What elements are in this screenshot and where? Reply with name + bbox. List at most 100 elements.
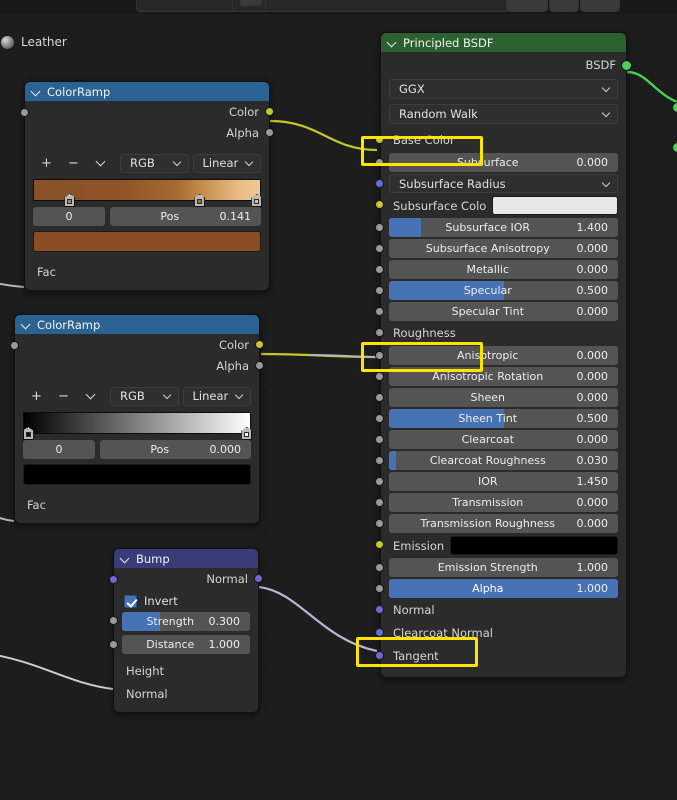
base-color-row[interactable]: Base Color (375, 129, 626, 152)
color-socket[interactable] (255, 340, 264, 349)
strength-slider[interactable]: Strength 0.300 (122, 612, 250, 631)
subsurface-method-select[interactable]: Random Walk (389, 104, 618, 124)
gray-socket[interactable] (375, 328, 384, 337)
metallic-row[interactable]: Metallic 0.000 (375, 259, 626, 280)
gray-socket[interactable] (109, 616, 118, 625)
gray-socket[interactable] (375, 286, 384, 295)
gray-socket[interactable] (375, 519, 384, 528)
vector-socket[interactable] (109, 575, 118, 584)
node-colorramp-bottom[interactable]: ColorRamp Color Alpha + − RGB Linear 0 P… (10, 314, 264, 524)
subsurface-row[interactable]: Subsurface 0.000 (375, 152, 626, 173)
color-socket[interactable] (375, 135, 384, 144)
chevron-down-icon[interactable] (121, 554, 130, 563)
value-slider[interactable]: IOR 1.450 (389, 472, 618, 491)
tangent-row[interactable]: Tangent (375, 645, 626, 668)
gray-socket[interactable] (375, 456, 384, 465)
sheen-tint-row[interactable]: Sheen Tint 0.500 (375, 408, 626, 429)
value-slider[interactable]: Transmission Roughness 0.000 (389, 514, 618, 533)
gray-socket[interactable] (375, 435, 384, 444)
color-mode-select[interactable]: RGB (120, 153, 189, 173)
vector-socket[interactable] (375, 179, 384, 188)
stop-index-field[interactable]: 0 (23, 440, 95, 459)
gray-socket[interactable] (375, 393, 384, 402)
colorramp-gradient-widget[interactable] (33, 179, 263, 207)
value-slider[interactable]: Sheen Tint 0.500 (389, 409, 618, 428)
node-header-colorramp-bottom[interactable]: ColorRamp (15, 315, 259, 334)
chevron-down-icon[interactable] (388, 38, 397, 47)
value-slider[interactable]: Subsurface IOR 1.400 (389, 218, 618, 237)
distribution-select[interactable]: GGX (389, 79, 618, 99)
color-swatch[interactable] (492, 196, 618, 215)
toolbar-chunk-5[interactable] (506, 0, 548, 12)
value-slider[interactable]: Subsurface 0.000 (389, 153, 618, 172)
stop-color-swatch[interactable] (23, 464, 251, 485)
clearcoat-roughness-row[interactable]: Clearcoat Roughness 0.030 (375, 450, 626, 471)
subsurface-anisotropy-row[interactable]: Subsurface Anisotropy 0.000 (375, 238, 626, 259)
transmission-row[interactable]: Transmission 0.000 (375, 492, 626, 513)
toolbar-chunk-4[interactable] (265, 0, 510, 12)
value-slider[interactable]: Clearcoat 0.000 (389, 430, 618, 449)
stop-position-field[interactable]: Pos 0.141 (110, 207, 261, 226)
gray-socket[interactable] (375, 563, 384, 572)
value-slider[interactable]: Clearcoat Roughness 0.030 (389, 451, 618, 470)
chevron-down-icon[interactable] (22, 320, 31, 329)
vector-socket[interactable] (254, 574, 263, 583)
toolbar-chunk-1[interactable] (136, 0, 241, 12)
specular-tint-row[interactable]: Specular Tint 0.000 (375, 301, 626, 322)
specular-row[interactable]: Specular 0.500 (375, 280, 626, 301)
remove-stop-button[interactable]: − (50, 387, 77, 406)
gray-socket[interactable] (375, 351, 384, 360)
normal-row[interactable]: Normal (375, 599, 626, 622)
value-slider[interactable]: Transmission 0.000 (389, 493, 618, 512)
subsurface-radius-row[interactable]: Subsurface Radius (375, 173, 626, 194)
anisotropic-row[interactable]: Anisotropic 0.000 (375, 345, 626, 366)
color-socket[interactable] (375, 200, 384, 209)
value-slider[interactable]: Sheen 0.000 (389, 388, 618, 407)
node-editor-canvas[interactable]: Leather ColorRamp Color Alpha + − RGB Li… (0, 14, 677, 800)
node-header-bump[interactable]: Bump (114, 549, 258, 568)
green-socket[interactable] (621, 60, 632, 71)
gray-socket[interactable] (375, 372, 384, 381)
colorramp-gradient-widget[interactable] (22, 412, 253, 440)
node-colorramp-top[interactable]: ColorRamp Color Alpha + − RGB Linear 0 P… (20, 81, 274, 291)
distance-slider[interactable]: Distance 1.000 (122, 635, 250, 654)
stop-index-field[interactable]: 0 (33, 207, 105, 226)
stop-position-field[interactable]: Pos 0.000 (100, 440, 251, 459)
add-stop-button[interactable]: + (33, 154, 60, 173)
gray-socket[interactable] (375, 498, 384, 507)
gradient-bar[interactable] (23, 412, 251, 434)
alpha-row[interactable]: Alpha 1.000 (375, 578, 626, 599)
gray-socket[interactable] (375, 307, 384, 316)
subsurface-colo-row[interactable]: Subsurface Colo (375, 194, 626, 217)
gray-socket[interactable] (375, 477, 384, 486)
chevron-down-icon[interactable] (77, 387, 104, 406)
gray-socket[interactable] (20, 108, 29, 117)
value-slider[interactable]: Alpha 1.000 (389, 579, 618, 598)
toolbar-chunk-3[interactable] (240, 0, 262, 6)
gray-socket[interactable] (375, 414, 384, 423)
chevron-down-icon[interactable] (87, 154, 114, 173)
interpolation-select[interactable]: Linear (182, 386, 251, 406)
sheen-row[interactable]: Sheen 0.000 (375, 387, 626, 408)
subsurface-radius-select[interactable]: Subsurface Radius (389, 174, 618, 193)
color-socket[interactable] (265, 107, 274, 116)
color-swatch[interactable] (450, 536, 618, 555)
anisotropic-rotation-row[interactable]: Anisotropic Rotation 0.000 (375, 366, 626, 387)
vector-socket[interactable] (375, 628, 384, 637)
emission-strength-row[interactable]: Emission Strength 1.000 (375, 557, 626, 578)
ior-row[interactable]: IOR 1.450 (375, 471, 626, 492)
gray-socket[interactable] (375, 584, 384, 593)
interpolation-select[interactable]: Linear (192, 153, 261, 173)
gray-socket[interactable] (375, 158, 384, 167)
value-slider[interactable]: Anisotropic 0.000 (389, 346, 618, 365)
stop-color-swatch[interactable] (33, 231, 261, 252)
gray-socket[interactable] (375, 244, 384, 253)
gray-socket[interactable] (10, 341, 19, 350)
node-principled-bsdf[interactable]: Principled BSDF BSDF GGX Random Walk Bas… (375, 32, 632, 678)
clearcoat-row[interactable]: Clearcoat 0.000 (375, 429, 626, 450)
value-slider[interactable]: Anisotropic Rotation 0.000 (389, 367, 618, 386)
remove-stop-button[interactable]: − (60, 154, 87, 173)
checkbox-icon[interactable] (124, 594, 137, 608)
value-slider[interactable]: Emission Strength 1.000 (389, 558, 618, 577)
clearcoat-normal-row[interactable]: Clearcoat Normal (375, 622, 626, 645)
